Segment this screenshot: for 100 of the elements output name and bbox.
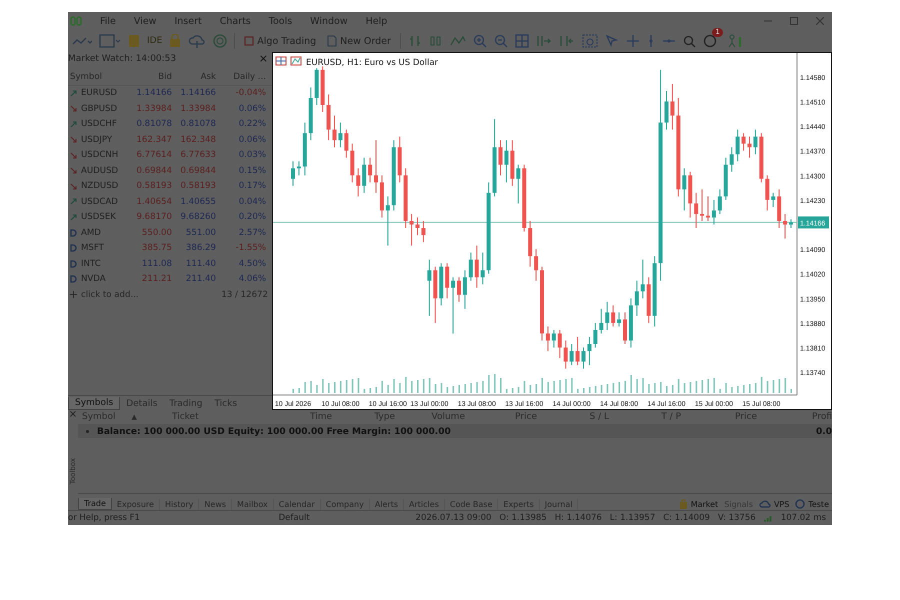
column-header[interactable]: Daily ... bbox=[216, 72, 266, 82]
candle bbox=[664, 90, 668, 130]
candle bbox=[380, 174, 384, 218]
grid-icon[interactable] bbox=[514, 34, 529, 48]
plus-icon[interactable] bbox=[70, 291, 77, 298]
toolbox-tab[interactable]: News bbox=[199, 499, 232, 510]
column-header[interactable]: Ask bbox=[172, 72, 216, 82]
shift-left-icon[interactable] bbox=[558, 34, 575, 48]
candle bbox=[510, 140, 514, 186]
toolbox-tab[interactable]: Calendar bbox=[274, 499, 321, 510]
toolbox-tab[interactable]: Exposure bbox=[112, 499, 160, 510]
bid-price: 1.33984 bbox=[135, 104, 172, 114]
zoom-in-icon[interactable] bbox=[472, 34, 487, 48]
candle bbox=[498, 140, 502, 176]
candle bbox=[522, 164, 526, 232]
circle-icon bbox=[795, 499, 806, 509]
restore-icon[interactable] bbox=[790, 17, 798, 25]
menu-item[interactable]: Charts bbox=[220, 16, 251, 26]
vertical-line-icon[interactable] bbox=[646, 34, 655, 48]
ide-button[interactable]: IDE bbox=[147, 36, 162, 46]
menu-item[interactable]: Help bbox=[366, 16, 388, 26]
line-icon[interactable] bbox=[450, 35, 466, 47]
ask-price: 211.40 bbox=[184, 274, 216, 284]
toolbox-tab[interactable]: Trade bbox=[78, 498, 112, 510]
bid-price: 1.40654 bbox=[135, 196, 172, 207]
chart-type-icon[interactable] bbox=[290, 56, 302, 66]
cloud-upload-icon[interactable] bbox=[188, 34, 206, 48]
menu-item[interactable]: Insert bbox=[174, 16, 202, 26]
ask-price: 1.33984 bbox=[179, 104, 216, 114]
algo-trading-button[interactable]: Algo Trading bbox=[242, 36, 318, 46]
service-link[interactable]: Market bbox=[676, 498, 722, 510]
symbol-name: USDCNH bbox=[81, 150, 118, 160]
candle bbox=[386, 196, 390, 246]
candle bbox=[451, 276, 456, 334]
column-header[interactable]: Bid bbox=[128, 72, 172, 82]
toolbox-tab[interactable]: History bbox=[160, 499, 200, 510]
status-ping: 107.02 ms bbox=[780, 513, 826, 523]
candle bbox=[646, 276, 651, 324]
candle bbox=[748, 136, 752, 158]
candle bbox=[462, 270, 467, 310]
candle bbox=[439, 262, 444, 306]
bar-chart-icon[interactable] bbox=[408, 34, 422, 48]
candle bbox=[404, 168, 408, 229]
candle bbox=[552, 329, 556, 348]
symbol-name: AMD bbox=[81, 228, 101, 238]
service-link[interactable]: VPS bbox=[756, 498, 792, 510]
ask-price: 1.40655 bbox=[179, 196, 216, 207]
column-header[interactable]: Symbol bbox=[68, 72, 128, 82]
chart-menu-icon[interactable] bbox=[276, 56, 286, 66]
toolbox-tab[interactable]: Mailbox bbox=[232, 499, 274, 510]
scroll-right-icon[interactable] bbox=[536, 34, 552, 48]
crosshair-icon[interactable] bbox=[626, 34, 640, 48]
service-link[interactable]: Teste bbox=[792, 498, 832, 510]
menu-item[interactable]: Tools bbox=[268, 16, 292, 26]
candle bbox=[570, 344, 574, 366]
candle bbox=[421, 220, 426, 243]
candle bbox=[605, 301, 610, 330]
new-order-button[interactable]: New Order bbox=[325, 35, 393, 47]
candle bbox=[789, 218, 793, 229]
price-tag bbox=[798, 216, 829, 228]
search-icon[interactable] bbox=[682, 34, 696, 48]
toolbox-tab[interactable]: Journal bbox=[540, 499, 578, 510]
candle bbox=[712, 199, 716, 226]
lock-icon[interactable] bbox=[169, 34, 182, 48]
menu-item[interactable]: File bbox=[100, 16, 116, 26]
toolbox-tab[interactable]: Company bbox=[320, 499, 370, 510]
close-icon[interactable] bbox=[816, 17, 824, 25]
status-open: O: 1.13985 bbox=[499, 513, 547, 523]
close-button[interactable]: × bbox=[258, 54, 268, 67]
line-chart-icon[interactable] bbox=[72, 35, 92, 47]
candle bbox=[634, 280, 639, 316]
screenshot-icon[interactable] bbox=[582, 34, 598, 48]
bid-price: 0.69844 bbox=[135, 166, 172, 176]
candle bbox=[623, 312, 627, 345]
toolbox-tab[interactable]: Code Base bbox=[444, 499, 498, 510]
chart-window-icon[interactable] bbox=[99, 34, 121, 48]
candle bbox=[628, 298, 633, 348]
candle bbox=[558, 329, 562, 359]
menu-item[interactable]: Window bbox=[310, 16, 348, 26]
toolbox-tab[interactable]: Experts bbox=[498, 499, 540, 510]
toolbox-tab[interactable]: Articles bbox=[404, 499, 445, 510]
candle bbox=[564, 340, 568, 370]
market-watch-title: Market Watch: 14:00:53 bbox=[68, 54, 176, 66]
candle bbox=[759, 132, 764, 183]
candle bbox=[652, 256, 657, 327]
horizontal-line-icon[interactable] bbox=[662, 37, 676, 45]
folder-icon[interactable] bbox=[128, 34, 140, 48]
menu-item[interactable]: View bbox=[134, 16, 156, 26]
zoom-out-icon[interactable] bbox=[494, 34, 508, 48]
bid-price: 6.77614 bbox=[135, 150, 172, 160]
add-symbol-link[interactable]: click to add... bbox=[81, 290, 139, 300]
connection-bars-icon bbox=[764, 514, 773, 522]
daily-change: 4.06% bbox=[238, 274, 266, 284]
panel-tab[interactable]: Symbols bbox=[68, 397, 120, 410]
close-button[interactable]: × bbox=[68, 410, 78, 420]
candlestick-icon[interactable] bbox=[428, 34, 443, 48]
candle bbox=[694, 192, 698, 229]
cursor-icon[interactable] bbox=[604, 34, 619, 48]
toolbox-tab[interactable]: Alerts bbox=[370, 499, 404, 510]
daily-change: 0.20% bbox=[238, 212, 266, 222]
